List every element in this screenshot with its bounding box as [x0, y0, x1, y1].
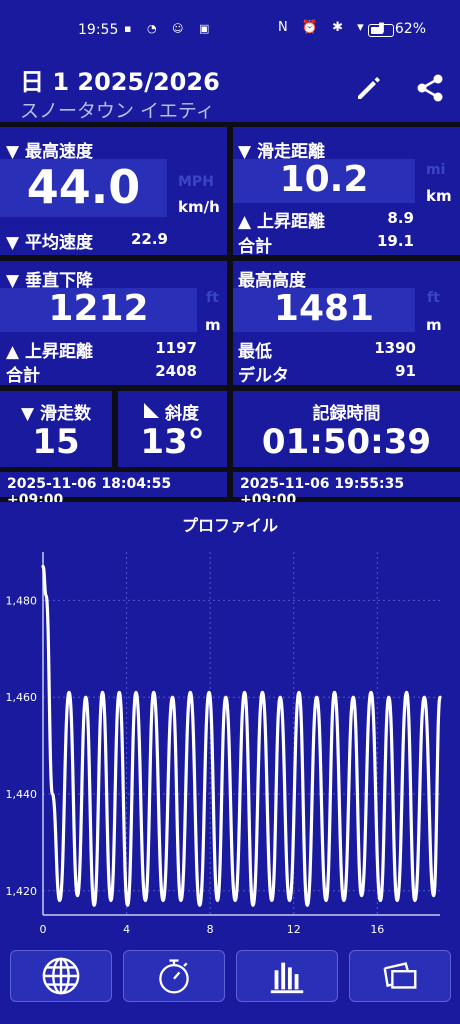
distance-value: 10.2: [279, 159, 369, 200]
altitude-unit-m[interactable]: m: [426, 316, 442, 334]
globe-icon: [42, 957, 80, 995]
altitude-panel[interactable]: 最高高度 1481 ft m 最低 1390 デルタ 91: [233, 261, 460, 386]
avg-speed-label: ▼ 平均速度: [6, 233, 93, 253]
record-time-value: 01:50:39: [261, 422, 432, 462]
bottom-nav: [0, 942, 460, 1024]
nav-tracking-button[interactable]: [123, 950, 225, 1002]
speed-panel[interactable]: ▼ 最高速度 44.0 MPH km/h ▼ 平均速度 22.9: [0, 127, 227, 255]
distance-ascent-value: 8.9: [387, 209, 414, 227]
notification-icons: ▪ ◔ ☺ ▣: [124, 22, 216, 35]
max-speed-value: 44.0: [26, 160, 141, 214]
start-time: 2025-11-06 18:04:55 +09:00: [0, 472, 227, 508]
end-time: 2025-11-06 19:55:35 +09:00: [233, 472, 460, 508]
bar-chart-icon: [270, 962, 304, 994]
record-time-panel[interactable]: 記録時間 01:50:39: [233, 391, 460, 467]
speed-unit-kmh[interactable]: km/h: [178, 198, 220, 216]
distance-total-value: 19.1: [376, 232, 414, 250]
delta-altitude-label: デルタ: [238, 366, 289, 386]
x-tick-label: 16: [370, 923, 384, 936]
min-altitude-value: 1390: [374, 339, 416, 357]
share-icon[interactable]: [414, 72, 446, 104]
slope-label: 斜度: [165, 404, 199, 424]
altitude-unit-ft[interactable]: ft: [427, 290, 440, 306]
status-bar: 19:55 ▪ ◔ ☺ ▣ N ⏰ ✱ ▾ ▮ 62%: [0, 0, 460, 52]
distance-panel[interactable]: ▼ 滑走距離 10.2 mi km ▲ 上昇距離 8.9 合計 19.1: [233, 127, 460, 257]
altitude-series-line: [41, 564, 442, 907]
nav-photos-button[interactable]: [349, 950, 451, 1002]
y-tick-label: 1,480: [6, 594, 38, 607]
page-title: 日 1 2025/2026: [20, 68, 220, 96]
runs-value: 15: [32, 422, 80, 462]
delta-altitude-value: 91: [395, 362, 416, 380]
x-tick-label: 12: [287, 923, 301, 936]
edit-pencil-icon[interactable]: [352, 72, 384, 104]
y-tick-label: 1,440: [6, 788, 38, 801]
vertical-drop-value: 1212: [48, 288, 149, 329]
slope-icon: [144, 403, 159, 418]
vertical-ascent-value: 1197: [155, 339, 197, 357]
resort-name: スノータウン イエティ: [20, 100, 215, 122]
x-tick-label: 8: [207, 923, 214, 936]
avg-speed-value: 22.9: [130, 230, 168, 248]
nav-stats-button[interactable]: [236, 950, 338, 1002]
x-tick-label: 4: [123, 923, 130, 936]
slope-panel[interactable]: 斜度 13°: [118, 391, 227, 467]
battery-level: 62%: [394, 21, 426, 37]
max-altitude-value: 1481: [273, 288, 375, 329]
clock: 19:55: [78, 22, 119, 38]
vertical-unit-m[interactable]: m: [205, 316, 221, 334]
vertical-drop-panel[interactable]: ▼ 垂直下降 1212 ft m ▲ 上昇距離 1197 合計 2408: [0, 261, 227, 386]
battery-icon: [368, 24, 394, 37]
record-time-label: 記録時間: [312, 404, 381, 424]
runs-panel[interactable]: ▼ 滑走数 15: [0, 391, 112, 467]
vertical-unit-ft[interactable]: ft: [206, 290, 219, 306]
y-tick-label: 1,420: [6, 885, 38, 898]
distance-ascent-label: ▲ 上昇距離: [238, 212, 325, 232]
altitude-profile-chart: 0 4 8 12 16 1,420 1,440 1,460 1,480: [6, 552, 442, 936]
x-tick-label: 0: [40, 923, 47, 936]
vertical-total-label: 合計: [6, 366, 40, 386]
stopwatch-icon: [159, 959, 189, 994]
nav-map-button[interactable]: [10, 950, 112, 1002]
min-altitude-label: 最低: [238, 342, 272, 362]
runs-label: ▼ 滑走数: [21, 404, 91, 424]
app-header: 日 1 2025/2026 スノータウン イエティ: [0, 52, 460, 122]
vertical-ascent-label: ▲ 上昇距離: [6, 342, 93, 362]
speed-unit-mph[interactable]: MPH: [178, 174, 214, 190]
distance-unit-mi[interactable]: mi: [426, 162, 445, 178]
vertical-total-value: 2408: [155, 362, 197, 380]
distance-unit-km[interactable]: km: [426, 187, 452, 205]
y-tick-label: 1,460: [6, 691, 38, 704]
distance-total-label: 合計: [238, 237, 272, 257]
photos-icon: [383, 962, 417, 989]
slope-value: 13°: [140, 422, 205, 462]
profile-chart-panel: プロファイル 0 4 8 12 16 1,420 1,440 1,460 1,480: [0, 502, 460, 942]
